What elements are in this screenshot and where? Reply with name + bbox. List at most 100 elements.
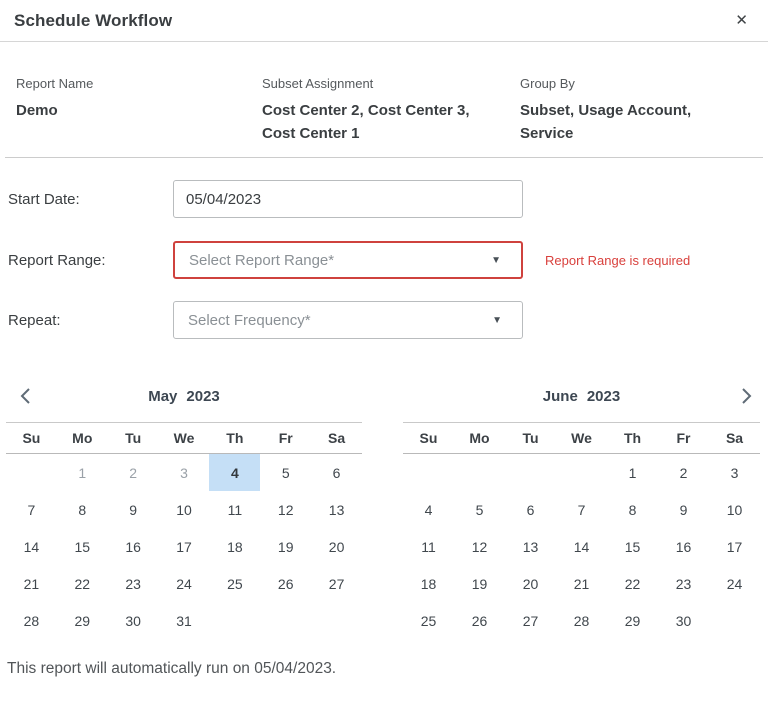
summary-subset-assignment: Subset Assignment Cost Center 2, Cost Ce… <box>262 76 520 145</box>
previous-month-icon[interactable] <box>12 382 40 410</box>
calendar-day[interactable]: 18 <box>209 528 260 565</box>
calendar-day[interactable]: 26 <box>454 602 505 639</box>
calendar-day[interactable]: 24 <box>159 565 210 602</box>
weekday-label: Mo <box>454 430 505 446</box>
report-range-placeholder: Select Report Range* <box>189 252 334 269</box>
calendar-day[interactable]: 7 <box>6 491 57 528</box>
calendar-day[interactable]: 16 <box>108 528 159 565</box>
next-month-icon[interactable] <box>732 382 760 410</box>
calendar-day[interactable]: 12 <box>260 491 311 528</box>
calendar-day[interactable]: 13 <box>311 491 362 528</box>
calendar-day[interactable]: 29 <box>57 602 108 639</box>
calendar-day[interactable]: 28 <box>6 602 57 639</box>
calendar-day[interactable]: 22 <box>607 565 658 602</box>
calendar-day[interactable]: 19 <box>454 565 505 602</box>
calendar-day[interactable]: 17 <box>709 528 760 565</box>
calendar-day[interactable]: 8 <box>57 491 108 528</box>
calendar-day-selected[interactable]: 4 <box>209 454 260 491</box>
calendar-day[interactable]: 15 <box>57 528 108 565</box>
weekday-label: We <box>159 430 210 446</box>
start-date-input[interactable] <box>173 180 523 218</box>
calendar-day[interactable]: 5 <box>454 491 505 528</box>
report-range-label: Report Range: <box>8 252 173 269</box>
auto-run-note: This report will automatically run on 05… <box>0 660 768 678</box>
weekday-label: Su <box>6 430 57 446</box>
calendar-day[interactable]: 27 <box>311 565 362 602</box>
weekday-label: Fr <box>658 430 709 446</box>
repeat-placeholder: Select Frequency* <box>188 312 311 329</box>
repeat-row: Repeat: Select Frequency* ▼ <box>8 301 760 339</box>
calendar-day-empty <box>454 454 505 491</box>
calendar-day[interactable]: 15 <box>607 528 658 565</box>
calendar-day[interactable]: 17 <box>159 528 210 565</box>
calendar-day[interactable]: 24 <box>709 565 760 602</box>
calendar-june: June2023 SuMoTuWeThFrSa 1234567891011121… <box>403 370 760 639</box>
group-by-label: Group By <box>520 76 747 91</box>
report-range-row: Report Range: Select Report Range* ▼ Rep… <box>8 241 760 279</box>
summary-group-by: Group By Subset, Usage Account, Service <box>520 76 747 145</box>
calendar-day[interactable]: 13 <box>505 528 556 565</box>
calendar-day[interactable]: 6 <box>311 454 362 491</box>
calendar-day[interactable]: 27 <box>505 602 556 639</box>
year-label: 2023 <box>587 388 620 405</box>
calendar-day[interactable]: 11 <box>403 528 454 565</box>
weekday-header-row: SuMoTuWeThFrSa <box>403 422 760 454</box>
calendar-may-header: May2023 <box>6 370 362 422</box>
calendar-day[interactable]: 28 <box>556 602 607 639</box>
calendar-day[interactable]: 9 <box>108 491 159 528</box>
calendar-day[interactable]: 7 <box>556 491 607 528</box>
report-name-label: Report Name <box>16 76 262 91</box>
calendar-day[interactable]: 6 <box>505 491 556 528</box>
calendar-day[interactable]: 20 <box>311 528 362 565</box>
calendar-day[interactable]: 18 <box>403 565 454 602</box>
calendar-day[interactable]: 14 <box>6 528 57 565</box>
day-grid: 1234567891011121314151617181920212223242… <box>403 454 760 639</box>
calendar-day[interactable]: 8 <box>607 491 658 528</box>
calendar-day[interactable]: 26 <box>260 565 311 602</box>
calendar-day[interactable]: 22 <box>57 565 108 602</box>
calendar-day[interactable]: 21 <box>6 565 57 602</box>
calendar-day[interactable]: 10 <box>709 491 760 528</box>
subset-assignment-label: Subset Assignment <box>262 76 520 91</box>
calendar-day-empty <box>311 602 362 639</box>
weekday-label: Sa <box>709 430 760 446</box>
calendar-day[interactable]: 2 <box>658 454 709 491</box>
calendar-day[interactable]: 30 <box>658 602 709 639</box>
weekday-label: Fr <box>260 430 311 446</box>
calendar-day[interactable]: 25 <box>403 602 454 639</box>
subset-assignment-value: Cost Center 2, Cost Center 3, Cost Cente… <box>262 99 490 145</box>
calendar-day-empty <box>260 602 311 639</box>
calendar-day-empty <box>6 454 57 491</box>
weekday-label: Mo <box>57 430 108 446</box>
calendar-day[interactable]: 12 <box>454 528 505 565</box>
calendar-day[interactable]: 23 <box>108 565 159 602</box>
calendar-day[interactable]: 29 <box>607 602 658 639</box>
calendar-june-header: June2023 <box>403 370 760 422</box>
calendar-day[interactable]: 9 <box>658 491 709 528</box>
calendar-day[interactable]: 30 <box>108 602 159 639</box>
calendar-day[interactable]: 14 <box>556 528 607 565</box>
calendar-day[interactable]: 5 <box>260 454 311 491</box>
weekday-label: Sa <box>311 430 362 446</box>
calendar-day[interactable]: 25 <box>209 565 260 602</box>
calendar-day[interactable]: 10 <box>159 491 210 528</box>
calendar-day[interactable]: 4 <box>403 491 454 528</box>
workflow-summary: Report Name Demo Subset Assignment Cost … <box>5 42 763 158</box>
calendar-day[interactable]: 16 <box>658 528 709 565</box>
calendar-day-empty <box>709 602 760 639</box>
repeat-select[interactable]: Select Frequency* ▼ <box>173 301 523 339</box>
calendar-day[interactable]: 2 <box>108 454 159 491</box>
report-range-select[interactable]: Select Report Range* ▼ <box>173 241 523 279</box>
calendar-day[interactable]: 3 <box>159 454 210 491</box>
calendar-day[interactable]: 19 <box>260 528 311 565</box>
start-date-label: Start Date: <box>8 191 173 208</box>
calendar-day[interactable]: 31 <box>159 602 210 639</box>
calendar-day[interactable]: 21 <box>556 565 607 602</box>
calendar-day[interactable]: 11 <box>209 491 260 528</box>
calendar-day[interactable]: 23 <box>658 565 709 602</box>
calendar-day[interactable]: 20 <box>505 565 556 602</box>
close-icon[interactable]: ✕ <box>731 9 752 32</box>
calendar-day[interactable]: 1 <box>607 454 658 491</box>
calendar-day[interactable]: 1 <box>57 454 108 491</box>
calendar-day[interactable]: 3 <box>709 454 760 491</box>
